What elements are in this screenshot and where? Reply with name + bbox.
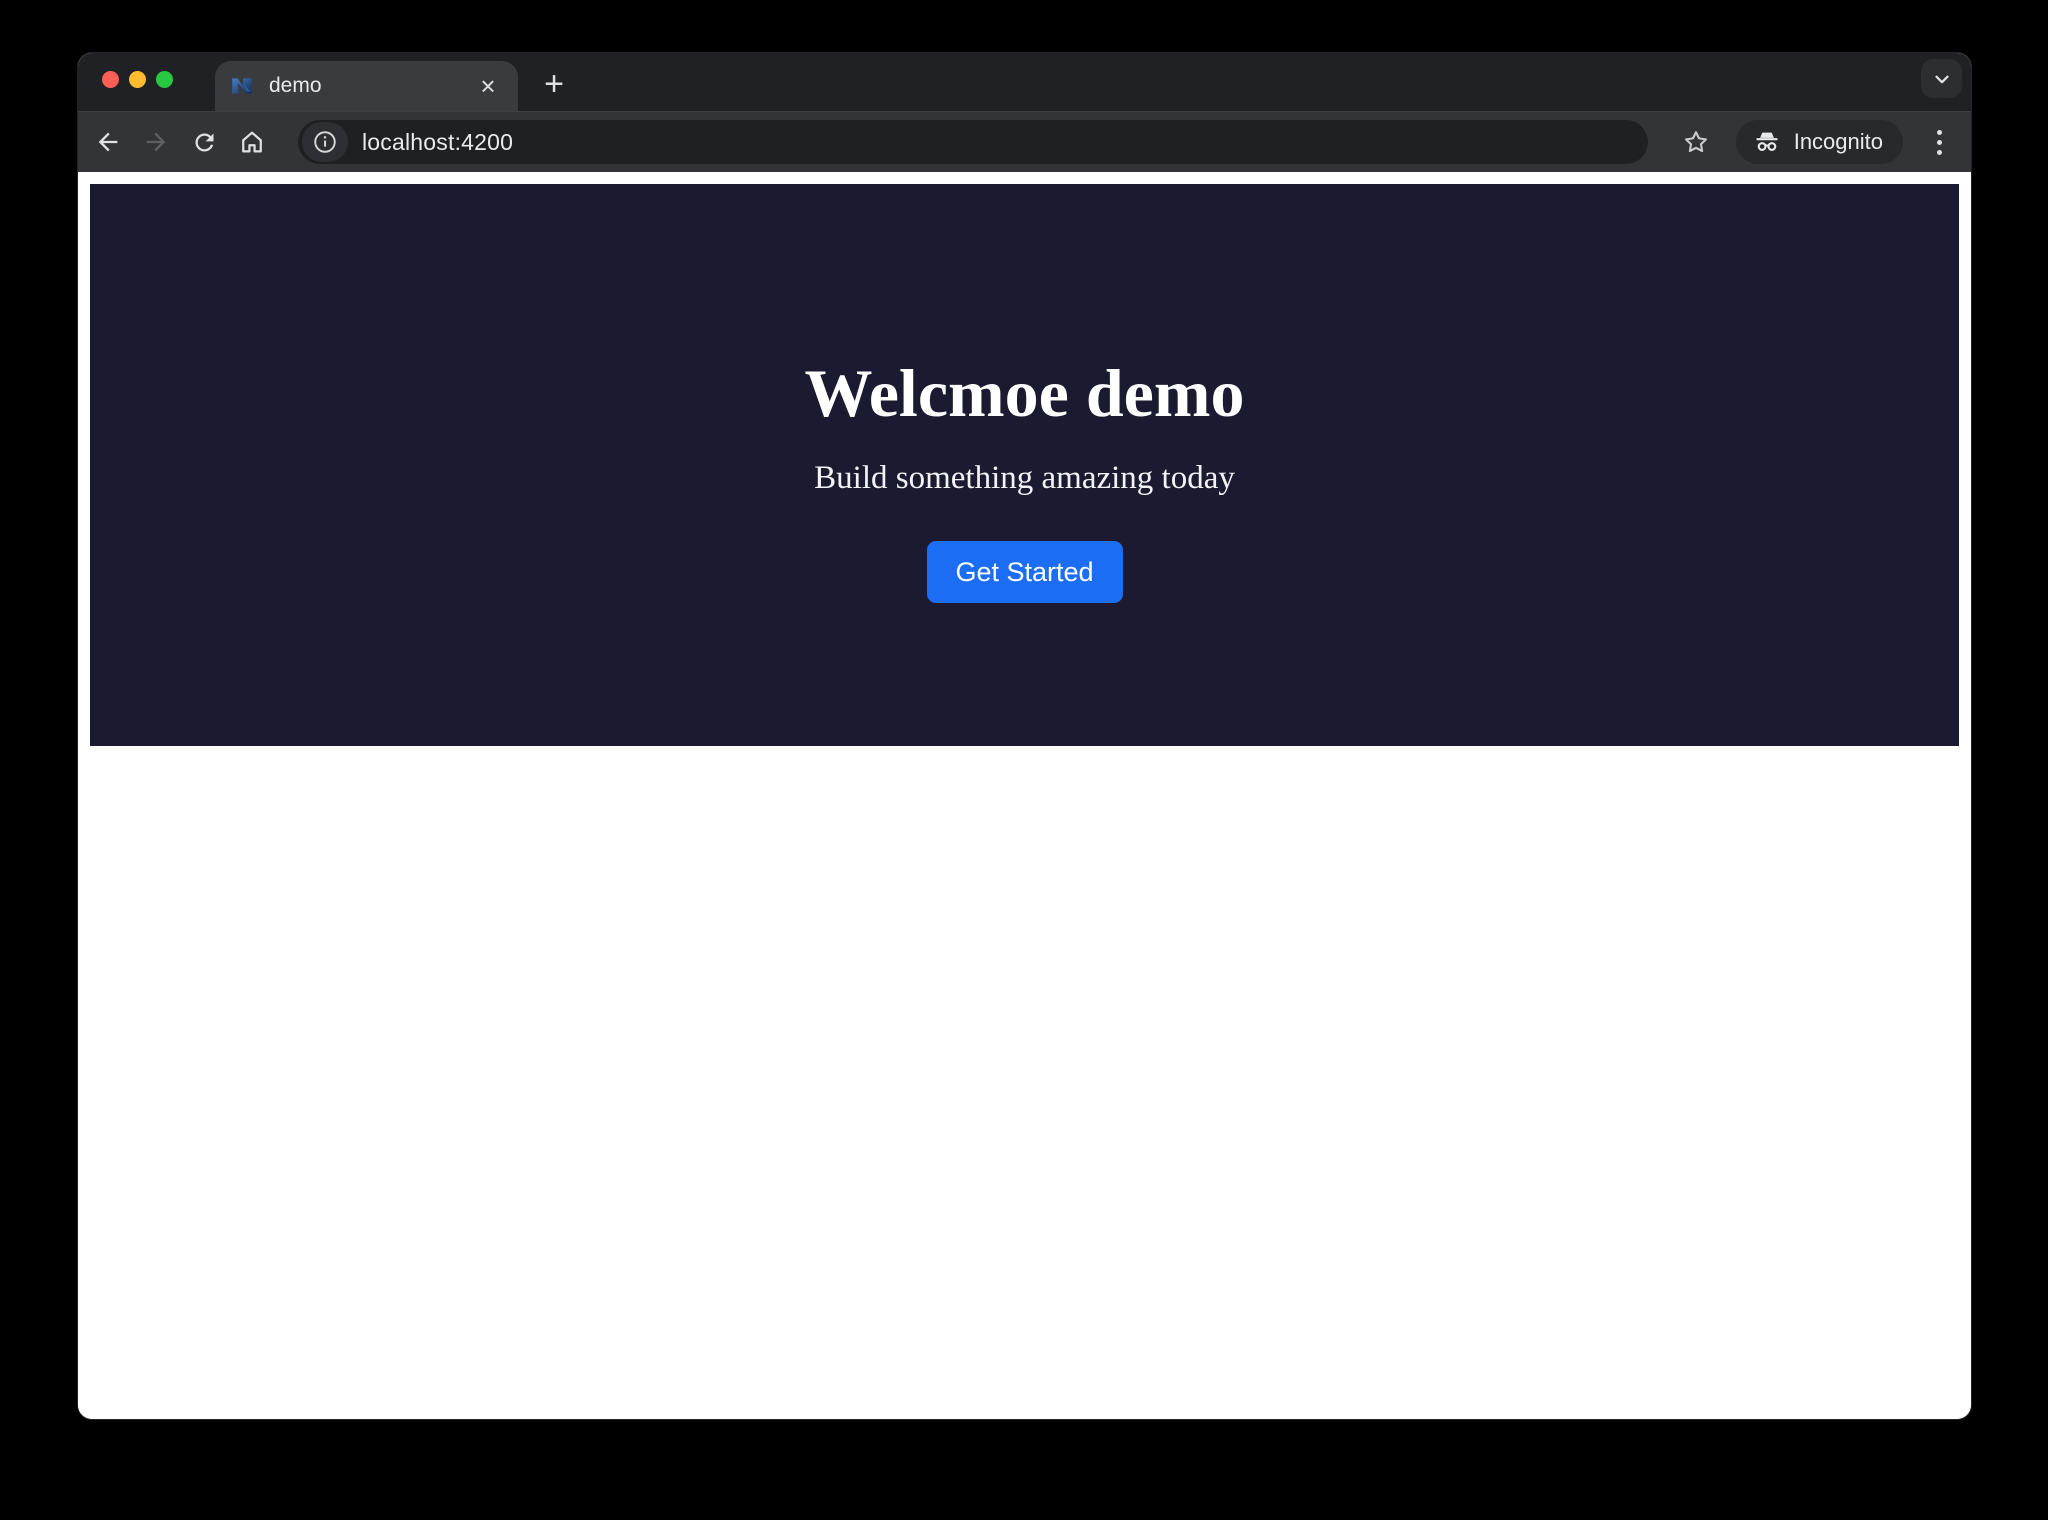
browser-window: demo × + <box>78 53 1971 1419</box>
hero-subtitle: Build something amazing today <box>814 459 1235 497</box>
browser-tab-demo[interactable]: demo × <box>215 61 518 111</box>
incognito-icon <box>1752 127 1782 157</box>
tab-strip: demo × + <box>78 53 1971 111</box>
address-bar[interactable]: localhost:4200 <box>298 120 1648 164</box>
info-circle-icon <box>312 129 338 155</box>
tab-title: demo <box>269 74 472 98</box>
incognito-label: Incognito <box>1794 129 1883 155</box>
window-minimize-button[interactable] <box>129 71 146 88</box>
home-icon <box>238 128 266 156</box>
hero-title: Welcmoe demo <box>805 354 1245 433</box>
reload-button[interactable] <box>180 118 228 166</box>
window-controls <box>102 71 173 88</box>
new-tab-button[interactable]: + <box>532 62 576 106</box>
get-started-button[interactable]: Get Started <box>927 541 1123 603</box>
hero-section: Welcmoe demo Build something amazing tod… <box>90 184 1959 746</box>
browser-toolbar: localhost:4200 Incognito <box>78 111 1971 172</box>
arrow-forward-icon <box>142 128 170 156</box>
chevron-down-icon <box>1931 68 1953 90</box>
tab-search-chevron-button[interactable] <box>1921 59 1962 98</box>
home-button[interactable] <box>228 118 276 166</box>
tab-close-icon[interactable]: × <box>472 70 504 102</box>
site-info-button[interactable] <box>302 122 348 162</box>
bookmark-button[interactable] <box>1672 118 1720 166</box>
incognito-badge: Incognito <box>1736 120 1903 164</box>
back-button[interactable] <box>84 118 132 166</box>
url-text: localhost:4200 <box>362 129 513 156</box>
window-zoom-button[interactable] <box>156 71 173 88</box>
forward-button[interactable] <box>132 118 180 166</box>
page-content: Welcmoe demo Build something amazing tod… <box>78 172 1971 1419</box>
browser-menu-button[interactable] <box>1917 120 1961 164</box>
kebab-menu-icon <box>1937 130 1942 135</box>
window-close-button[interactable] <box>102 71 119 88</box>
arrow-back-icon <box>94 128 122 156</box>
nx-logo-favicon-icon <box>229 73 255 99</box>
reload-icon <box>191 129 218 156</box>
star-icon <box>1682 128 1710 156</box>
